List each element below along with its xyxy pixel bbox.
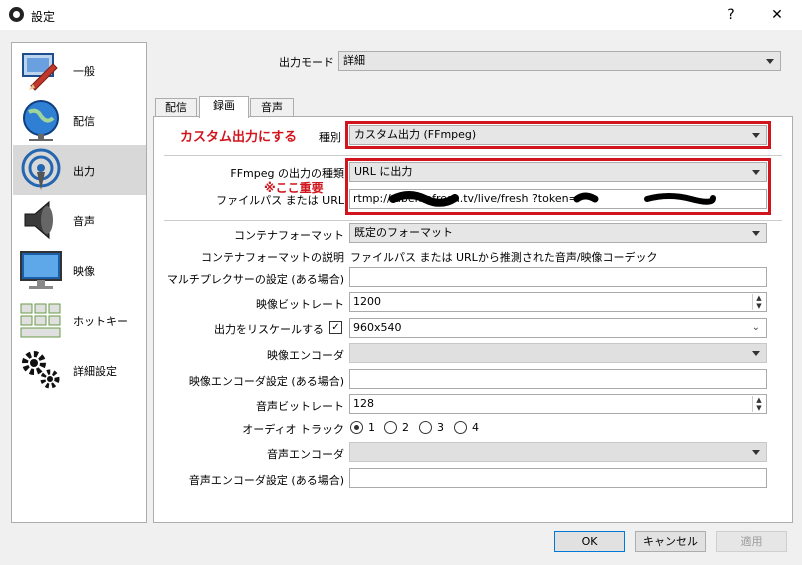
separator: [164, 155, 782, 156]
chevron-down-icon: [752, 351, 760, 356]
video-encoder-label: 映像エンコーダ: [267, 349, 344, 362]
container-format-value: 既定のフォーマット: [354, 226, 453, 239]
audio-bitrate-value: 128: [353, 397, 374, 410]
container-desc-label: コンテナフォーマットの説明: [201, 251, 344, 264]
audio-track-1-radio[interactable]: [350, 421, 363, 434]
recording-panel: カスタム出力にする 種別 カスタム出力 (FFmpeg) FFmpeg の出力の…: [153, 116, 793, 523]
video-encoder-select[interactable]: [349, 343, 767, 363]
settings-sidebar: 一般 配信 出力 音声 映像 ホットキー 詳細設定: [11, 42, 147, 523]
audio-encoder-settings-input[interactable]: [349, 468, 767, 488]
type-label: 種別: [319, 131, 341, 144]
audio-track-3-radio[interactable]: [419, 421, 432, 434]
rescale-resolution-value: 960x540: [353, 321, 402, 334]
hotkeys-icon: [20, 303, 61, 338]
sidebar-item-audio[interactable]: 音声: [13, 195, 146, 245]
video-encoder-settings-label: 映像エンコーダ設定 (ある場合): [188, 375, 344, 388]
sidebar-label-general: 一般: [73, 65, 95, 78]
audio-track-label: オーディオ トラック: [242, 423, 344, 436]
custom-output-annotation: カスタム出力にする: [180, 130, 298, 145]
spinner-arrows[interactable]: ▲ ▼: [752, 396, 765, 412]
spin-down-icon[interactable]: ▼: [753, 404, 765, 412]
muxer-settings-label: マルチプレクサーの設定 (ある場合): [166, 273, 344, 286]
help-button[interactable]: ?: [716, 4, 746, 26]
audio-track-2-radio[interactable]: [384, 421, 397, 434]
general-icon: [22, 53, 58, 91]
spin-down-icon[interactable]: ▼: [753, 302, 765, 310]
video-icon: [20, 251, 62, 289]
sidebar-item-advanced[interactable]: 詳細設定: [13, 345, 146, 395]
path-label: ファイルパス または URL: [216, 194, 344, 207]
output-mode-select[interactable]: 詳細: [338, 51, 781, 71]
audio-track-2-label: 2: [402, 421, 409, 434]
type-highlight-box: [345, 121, 771, 149]
spin-up-icon[interactable]: ▲: [753, 294, 765, 302]
ok-button[interactable]: OK: [554, 531, 625, 552]
audio-encoder-settings-label: 音声エンコーダ設定 (ある場合): [188, 474, 344, 487]
tab-stream[interactable]: 配信: [155, 98, 197, 117]
sidebar-label-output: 出力: [73, 165, 95, 178]
stream-icon: [23, 100, 59, 141]
url-highlight-box: [345, 158, 771, 215]
audio-encoder-label: 音声エンコーダ: [267, 448, 344, 461]
output-mode-label: 出力モード: [279, 56, 334, 69]
rescale-checkbox[interactable]: ✓: [329, 321, 342, 334]
muxer-settings-input[interactable]: [349, 267, 767, 287]
obs-app-icon: [9, 7, 24, 22]
video-bitrate-spinbox[interactable]: 1200 ▲ ▼: [349, 292, 767, 312]
spin-up-icon[interactable]: ▲: [753, 396, 765, 404]
tab-recording[interactable]: 録画: [199, 96, 249, 118]
sidebar-label-hotkeys: ホットキー: [73, 315, 128, 328]
container-desc-value: ファイルパス または URLから推測された音声/映像コーデック: [350, 251, 658, 264]
container-format-select[interactable]: 既定のフォーマット: [349, 223, 767, 243]
tab-audio[interactable]: 音声: [250, 98, 294, 117]
output-mode-value: 詳細: [343, 54, 365, 67]
audio-track-4-label: 4: [472, 421, 479, 434]
sidebar-item-general[interactable]: 一般: [13, 45, 146, 95]
audio-bitrate-label: 音声ビットレート: [256, 400, 344, 413]
sidebar-label-stream: 配信: [73, 115, 95, 128]
video-bitrate-label: 映像ビットレート: [256, 298, 344, 311]
sidebar-item-video[interactable]: 映像: [13, 245, 146, 295]
sidebar-label-video: 映像: [73, 265, 95, 278]
close-button[interactable]: ✕: [762, 4, 792, 26]
rescale-label: 出力をリスケールする: [214, 323, 324, 336]
chevron-down-icon: [766, 59, 774, 64]
sidebar-label-audio: 音声: [73, 215, 95, 228]
spinner-arrows[interactable]: ▲ ▼: [752, 294, 765, 310]
sidebar-item-output[interactable]: 出力: [13, 145, 146, 195]
separator: [164, 220, 782, 221]
advanced-icon: [22, 351, 60, 389]
output-settings-content: 出力モード 詳細 配信 録画 音声 カスタム出力にする 種別 カスタム出力 (F…: [153, 42, 793, 523]
sidebar-item-stream[interactable]: 配信: [13, 95, 146, 145]
chevron-down-icon: [752, 231, 760, 236]
chevron-down-icon: [752, 450, 760, 455]
cancel-button[interactable]: キャンセル: [635, 531, 706, 552]
audio-encoder-select[interactable]: [349, 442, 767, 462]
video-bitrate-value: 1200: [353, 295, 381, 308]
sidebar-item-hotkeys[interactable]: ホットキー: [13, 295, 146, 345]
window-title: 設定: [31, 10, 56, 24]
apply-button[interactable]: 適用: [716, 531, 787, 552]
output-icon: [21, 148, 61, 190]
title-bar: 設定 ? ✕: [0, 0, 802, 30]
rescale-resolution-select[interactable]: 960x540 ⌄: [349, 318, 767, 338]
audio-track-4-radio[interactable]: [454, 421, 467, 434]
audio-bitrate-spinbox[interactable]: 128 ▲ ▼: [349, 394, 767, 414]
audio-track-3-label: 3: [437, 421, 444, 434]
audio-icon: [24, 200, 53, 240]
container-format-label: コンテナフォーマット: [234, 229, 344, 242]
video-encoder-settings-input[interactable]: [349, 369, 767, 389]
audio-track-1-label: 1: [368, 421, 375, 434]
chevron-down-icon: ⌄: [751, 322, 760, 333]
sidebar-label-advanced: 詳細設定: [73, 365, 117, 378]
